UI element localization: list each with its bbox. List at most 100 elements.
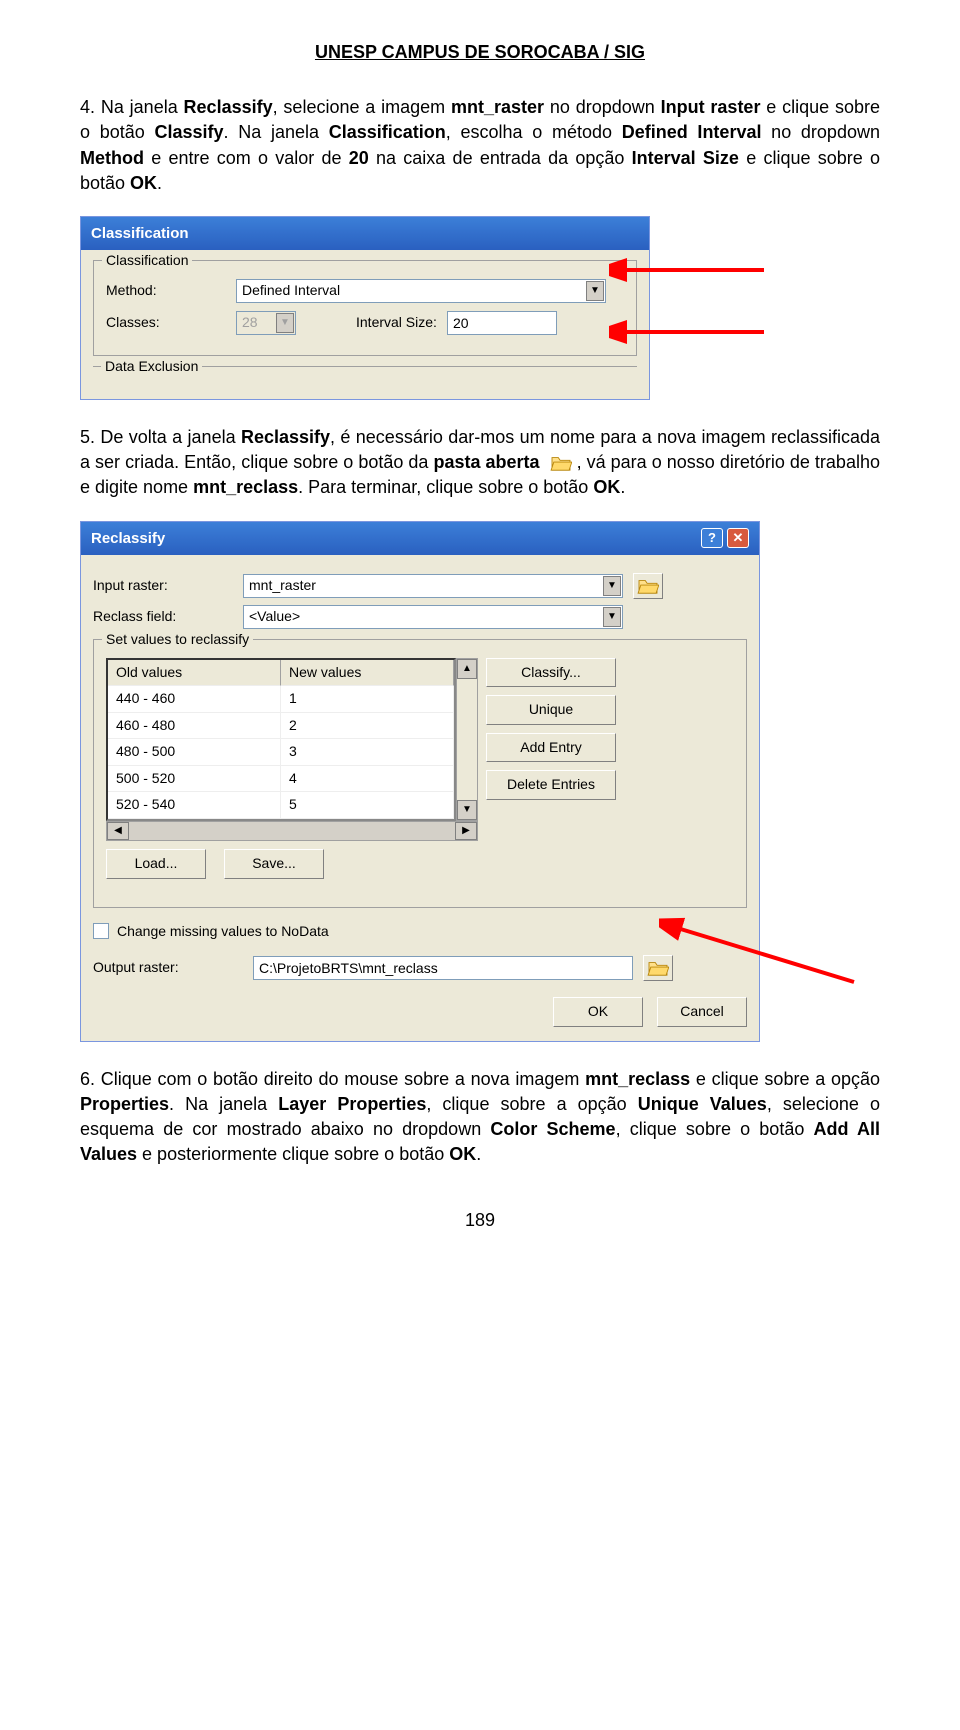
bold: Classify (154, 122, 223, 142)
bold: Layer Properties (278, 1094, 426, 1114)
bold: Method (80, 148, 144, 168)
table-row[interactable]: 460 - 4802 (108, 713, 454, 740)
bold: Unique Values (638, 1094, 767, 1114)
output-raster-input[interactable] (253, 956, 633, 980)
reclass-field-value: <Value> (249, 607, 300, 627)
text: 5. De volta a janela (80, 427, 241, 447)
input-raster-dropdown[interactable]: mnt_raster ▼ (243, 574, 623, 598)
interval-size-input[interactable] (447, 311, 557, 335)
data-exclusion-legend: Data Exclusion (101, 357, 202, 377)
vertical-scrollbar[interactable]: ▲ ▼ (456, 658, 478, 822)
col-new-values: New values (281, 660, 454, 687)
old-value-cell: 480 - 500 (108, 739, 281, 766)
set-values-fieldset: Set values to reclassify Old values New … (93, 639, 747, 908)
old-value-cell: 460 - 480 (108, 713, 281, 740)
text: na caixa de entrada da opção (369, 148, 632, 168)
classification-title: Classification (91, 223, 189, 244)
classes-label: Classes: (106, 313, 236, 333)
open-folder-icon (635, 575, 661, 597)
save-button[interactable]: Save... (224, 849, 324, 879)
bold: mnt_reclass (193, 477, 298, 497)
data-exclusion-fieldset: Data Exclusion (93, 366, 637, 389)
reclass-field-dropdown[interactable]: <Value> ▼ (243, 605, 623, 629)
text: , clique sobre o botão (616, 1119, 814, 1139)
old-value-cell: 500 - 520 (108, 766, 281, 793)
bold: Interval Size (632, 148, 739, 168)
table-row[interactable]: 500 - 5204 (108, 766, 454, 793)
new-value-cell: 1 (281, 686, 454, 713)
horizontal-scrollbar[interactable]: ◀ ▶ (106, 821, 478, 841)
bold: 20 (349, 148, 369, 168)
scroll-up-icon[interactable]: ▲ (457, 659, 477, 679)
bold: Reclassify (241, 427, 330, 447)
bold: mnt_raster (451, 97, 544, 117)
classification-legend: Classification (102, 251, 192, 271)
classification-fieldset: Classification Method: Defined Interval … (93, 260, 637, 356)
text (540, 452, 545, 472)
table-row[interactable]: 520 - 5405 (108, 792, 454, 819)
text: no dropdown (544, 97, 661, 117)
input-raster-label: Input raster: (93, 576, 243, 596)
text: , escolha o método (446, 122, 622, 142)
reclassify-titlebar: Reclassify ? ✕ (81, 522, 759, 555)
bold: Input raster (661, 97, 761, 117)
open-folder-icon (645, 957, 671, 979)
method-dropdown[interactable]: Defined Interval ▼ (236, 279, 606, 303)
paragraph-5: 5. De volta a janela Reclassify, é neces… (80, 425, 880, 501)
table-row[interactable]: 480 - 5003 (108, 739, 454, 766)
cancel-button[interactable]: Cancel (657, 997, 747, 1027)
page-number: 189 (80, 1208, 880, 1233)
text: e entre com o valor de (144, 148, 349, 168)
reclass-table[interactable]: Old values New values 440 - 4601 460 - 4… (106, 658, 456, 822)
input-raster-value: mnt_raster (249, 576, 316, 596)
text: . (157, 173, 162, 193)
text: e clique sobre a opção (690, 1069, 880, 1089)
input-browse-button[interactable] (633, 573, 663, 599)
bold: Defined Interval (622, 122, 762, 142)
new-value-cell: 3 (281, 739, 454, 766)
scroll-left-icon[interactable]: ◀ (107, 822, 129, 840)
page-header: UNESP CAMPUS DE SOROCABA / SIG (80, 40, 880, 65)
text: , selecione a imagem (273, 97, 451, 117)
reclass-field-label: Reclass field: (93, 607, 243, 627)
bold: OK (130, 173, 157, 193)
output-browse-button[interactable] (643, 955, 673, 981)
open-folder-icon (548, 452, 574, 474)
nodata-checkbox[interactable] (93, 923, 109, 939)
paragraph-6: 6. Clique com o botão direito do mouse s… (80, 1067, 880, 1168)
bold: Properties (80, 1094, 169, 1114)
scroll-down-icon[interactable]: ▼ (457, 800, 477, 820)
text: . (476, 1144, 481, 1164)
old-value-cell: 520 - 540 (108, 792, 281, 819)
classify-button[interactable]: Classify... (486, 658, 616, 688)
paragraph-4: 4. Na janela Reclassify, selecione a ima… (80, 95, 880, 196)
help-button[interactable]: ? (701, 528, 723, 548)
unique-button[interactable]: Unique (486, 695, 616, 725)
new-value-cell: 5 (281, 792, 454, 819)
reclassify-title: Reclassify (91, 528, 165, 549)
text: . Na janela (169, 1094, 278, 1114)
load-button[interactable]: Load... (106, 849, 206, 879)
bold: OK (449, 1144, 476, 1164)
bold: Classification (329, 122, 446, 142)
classes-value: 28 (242, 313, 258, 333)
dropdown-arrow-icon: ▼ (603, 576, 621, 596)
table-row[interactable]: 440 - 4601 (108, 686, 454, 713)
ok-button[interactable]: OK (553, 997, 643, 1027)
old-value-cell: 440 - 460 (108, 686, 281, 713)
classification-titlebar: Classification (81, 217, 649, 250)
col-old-values: Old values (108, 660, 281, 687)
set-values-legend: Set values to reclassify (102, 630, 253, 650)
add-entry-button[interactable]: Add Entry (486, 733, 616, 763)
delete-entries-button[interactable]: Delete Entries (486, 770, 616, 800)
new-value-cell: 4 (281, 766, 454, 793)
nodata-label: Change missing values to NoData (117, 922, 329, 942)
bold: pasta aberta (433, 452, 539, 472)
text: 6. Clique com o botão direito do mouse s… (80, 1069, 585, 1089)
close-button[interactable]: ✕ (727, 528, 749, 548)
text: no dropdown (761, 122, 880, 142)
interval-label: Interval Size: (356, 313, 437, 333)
scroll-right-icon[interactable]: ▶ (455, 822, 477, 840)
classes-dropdown: 28 ▼ (236, 311, 296, 335)
classification-dialog: Classification Classification Method: De… (80, 216, 650, 400)
